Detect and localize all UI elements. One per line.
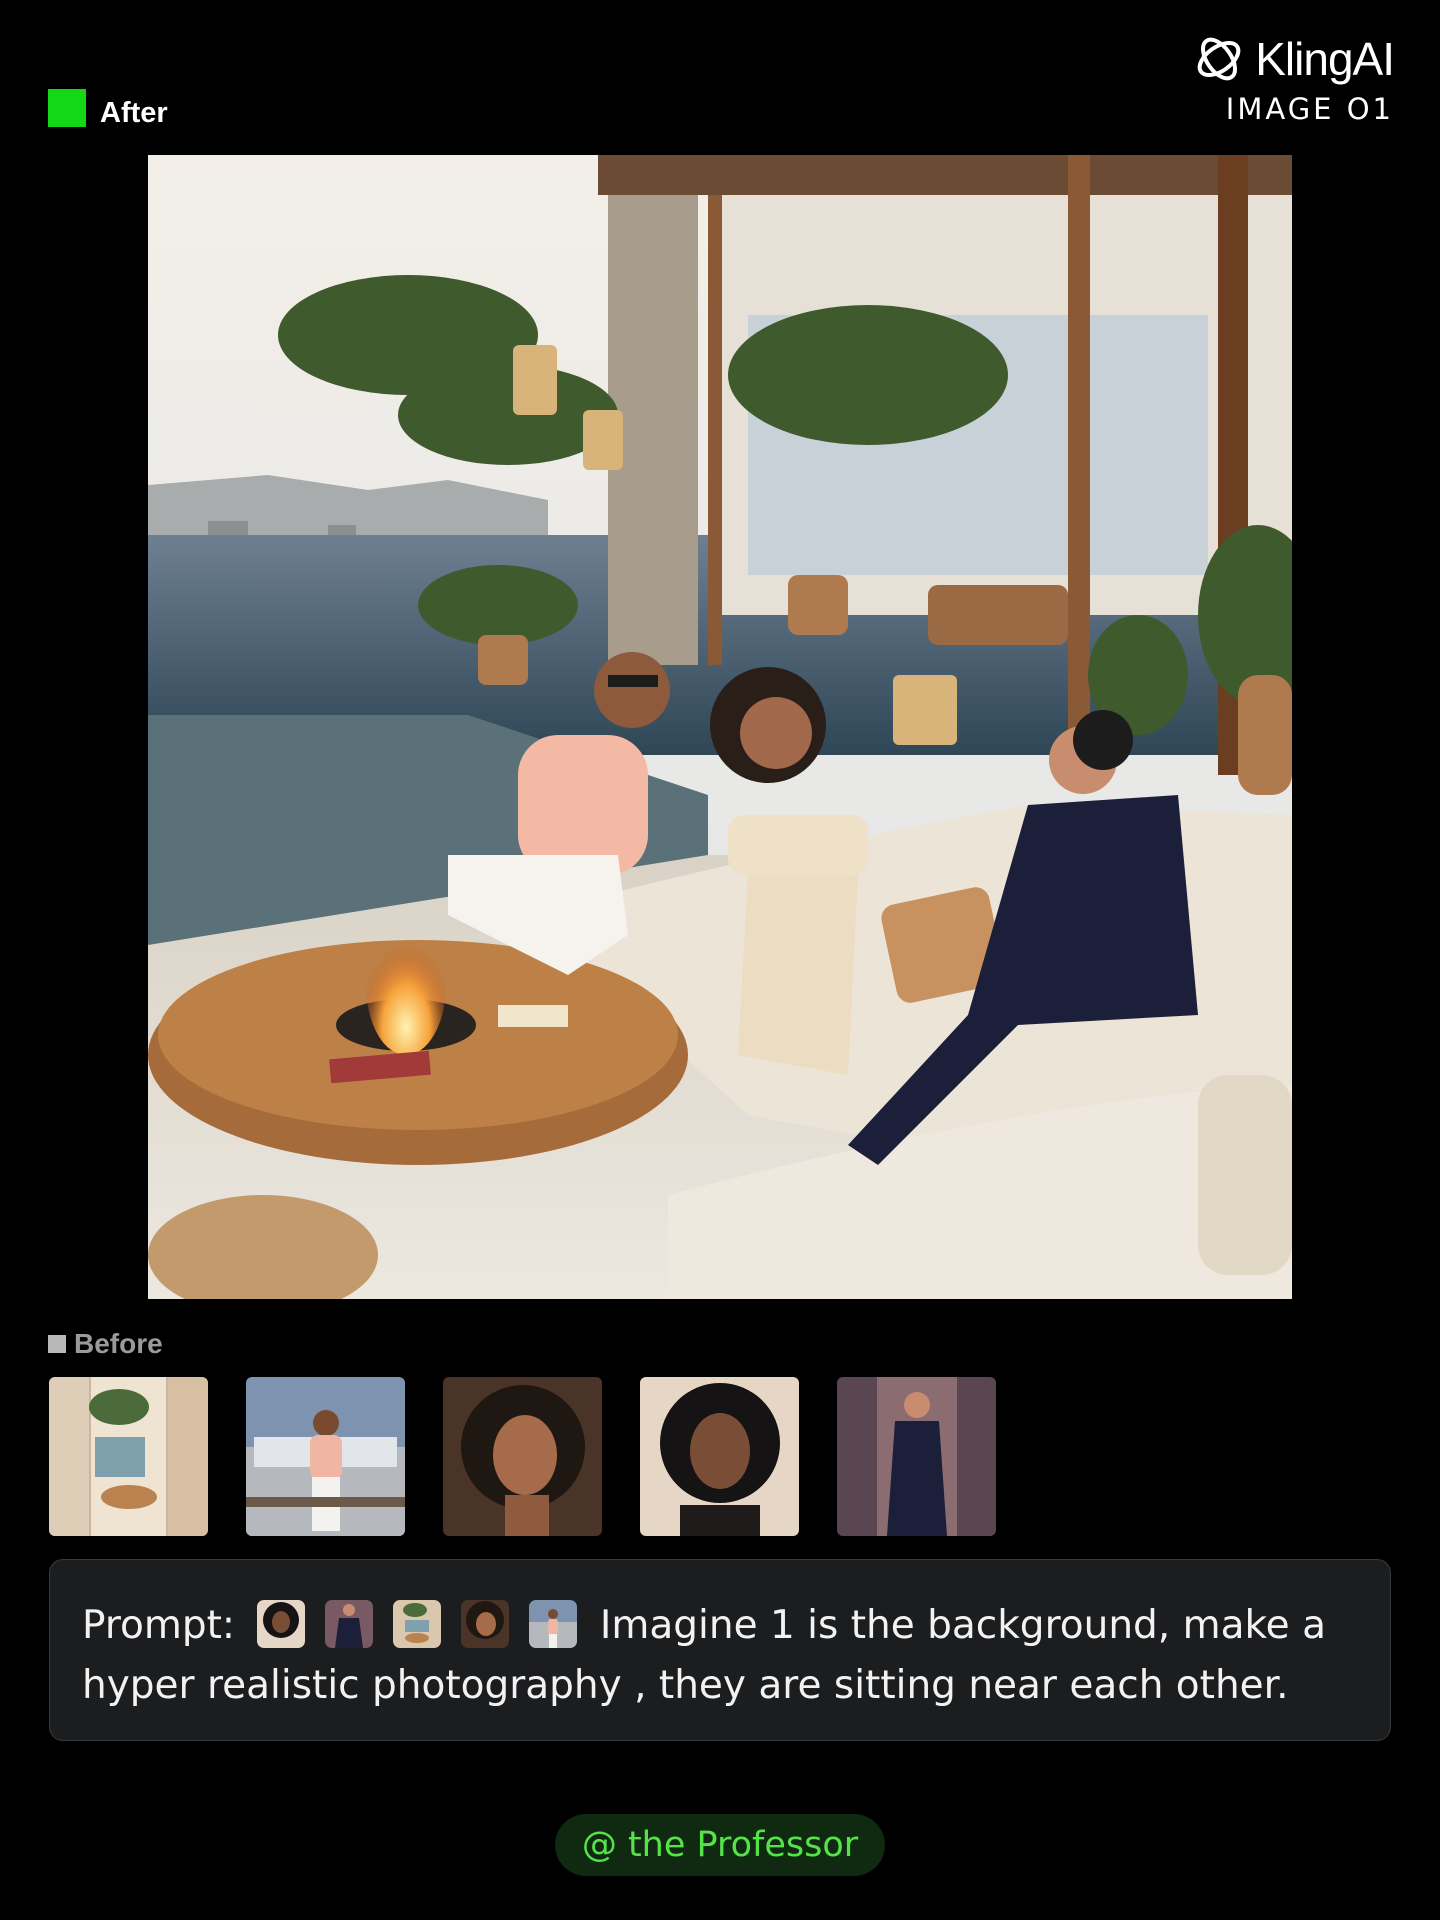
prompt-chip-woman-jumpsuit [325, 1600, 374, 1648]
after-label: After [48, 85, 168, 130]
after-swatch [48, 88, 86, 127]
credit-badge: @ the Professor [555, 1814, 885, 1876]
thumb-background[interactable] [49, 1377, 208, 1536]
prompt-text: Prompt: Imagine 1 is the background, mak… [82, 1596, 1362, 1716]
thumb-man-pink-shirt[interactable] [246, 1377, 405, 1536]
prompt-card: Prompt: Imagine 1 is the background, mak… [49, 1559, 1391, 1741]
thumb-woman-long-curly-hair[interactable] [640, 1377, 799, 1536]
main-image [148, 155, 1292, 1299]
brand-subtitle: IMAGE O1 [1225, 92, 1394, 126]
brand: KlingAI IMAGE O1 [1193, 32, 1395, 126]
prompt-chip-background [393, 1600, 442, 1648]
prompt-label: Prompt: [82, 1603, 236, 1648]
prompt-chip-woman-long-curly [257, 1600, 306, 1648]
prompt-chip-man [529, 1600, 578, 1648]
prompt-chip-woman-curly [461, 1600, 510, 1648]
thumb-woman-dark-jumpsuit[interactable] [837, 1377, 996, 1536]
kling-logo-icon [1197, 37, 1241, 81]
before-label: Before [48, 1328, 163, 1360]
brand-name: KlingAI [1255, 33, 1395, 85]
before-text: Before [74, 1328, 163, 1359]
before-swatch [48, 1335, 66, 1353]
after-text: After [100, 97, 168, 129]
thumb-woman-curly-hair[interactable] [443, 1377, 602, 1536]
before-thumbnails [49, 1377, 996, 1536]
